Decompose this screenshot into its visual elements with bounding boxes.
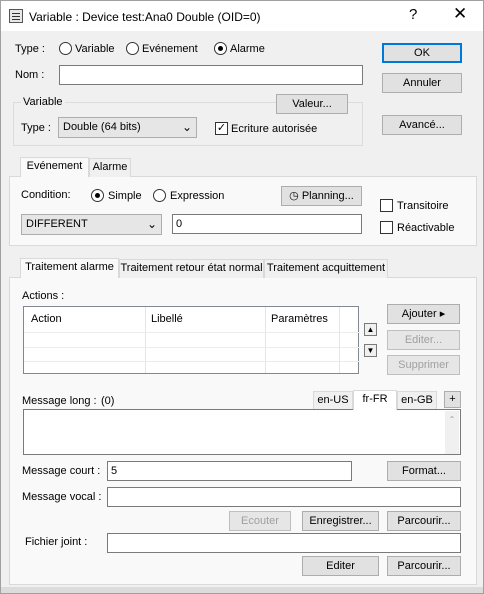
- tab-evenement[interactable]: Evénement: [20, 157, 89, 177]
- bottom-edge: [1, 587, 483, 593]
- reactivable-label: Réactivable: [397, 222, 455, 234]
- add-language-button[interactable]: +: [444, 391, 461, 408]
- variable-type-value: Double (64 bits): [63, 121, 141, 133]
- type-variable-radio[interactable]: [59, 42, 72, 55]
- edit-file-button[interactable]: Editer: [302, 556, 379, 576]
- cancel-button[interactable]: Annuler: [382, 73, 462, 93]
- condition-simple-label: Simple: [108, 190, 142, 202]
- condition-operator-value: DIFFERENT: [26, 218, 88, 230]
- window-title: Variable : Device test:Ana0 Double (OID=…: [29, 10, 261, 24]
- message-court-label: Message court :: [22, 465, 101, 477]
- write-allowed-label: Ecriture autorisée: [231, 123, 318, 135]
- variable-type-select[interactable]: Double (64 bits) ⌄: [58, 117, 197, 138]
- tab-alarme[interactable]: Alarme: [89, 158, 131, 177]
- close-button[interactable]: ✕: [453, 4, 467, 24]
- edit-action-button[interactable]: Editer...: [387, 330, 460, 350]
- variable-dialog: Variable : Device test:Ana0 Double (OID=…: [0, 0, 484, 594]
- ok-button[interactable]: OK: [382, 43, 462, 63]
- actions-label: Actions :: [22, 290, 65, 302]
- column-separator: [339, 307, 340, 373]
- message-vocal-label: Message vocal :: [22, 491, 102, 503]
- write-allowed-checkbox[interactable]: ✓: [215, 122, 228, 135]
- condition-expression-label: Expression: [170, 190, 225, 202]
- title-bar: Variable : Device test:Ana0 Double (OID=…: [1, 1, 483, 31]
- triangle-right-icon: ▸: [436, 308, 446, 320]
- variable-group-title: Variable: [21, 96, 65, 108]
- column-separator: [265, 307, 266, 373]
- message-long-label: Message long :: [22, 395, 97, 407]
- planning-label: Planning...: [301, 190, 354, 202]
- add-action-label: Ajouter: [401, 308, 437, 320]
- table-row: [24, 332, 360, 333]
- lang-tab-fr-fr[interactable]: fr-FR: [353, 390, 397, 410]
- value-button[interactable]: Valeur...: [276, 94, 348, 114]
- browse-file-button[interactable]: Parcourir...: [387, 556, 461, 576]
- type-alarm-radio[interactable]: [214, 42, 227, 55]
- transitoire-label: Transitoire: [397, 200, 449, 212]
- type-variable-label: Variable: [75, 43, 115, 55]
- listen-button[interactable]: Ecouter: [229, 511, 291, 531]
- app-icon: [9, 9, 23, 23]
- record-button[interactable]: Enregistrer...: [302, 511, 379, 531]
- table-row: [24, 347, 360, 348]
- condition-value-input[interactable]: 0: [172, 214, 362, 234]
- fichier-joint-label: Fichier joint :: [25, 536, 88, 548]
- move-down-button[interactable]: ▼: [364, 344, 377, 357]
- tab-traitement-retour[interactable]: Traitement retour état normal: [119, 259, 264, 278]
- column-action[interactable]: Action: [31, 313, 62, 325]
- browse-vocal-button[interactable]: Parcourir...: [387, 511, 461, 531]
- delete-action-button[interactable]: Supprimer: [387, 355, 460, 375]
- chevron-down-icon: ⌄: [181, 120, 192, 134]
- column-libelle[interactable]: Libellé: [151, 313, 183, 325]
- transitoire-checkbox[interactable]: [380, 199, 393, 212]
- condition-simple-radio[interactable]: [91, 189, 104, 202]
- reactivable-checkbox[interactable]: [380, 221, 393, 234]
- column-separator: [145, 307, 146, 373]
- textarea-scrollbar[interactable]: ⌃⌄: [445, 411, 459, 454]
- lang-tab-en-us[interactable]: en-US: [313, 391, 353, 410]
- actions-table[interactable]: Action Libellé Paramètres: [23, 306, 360, 374]
- advanced-button[interactable]: Avancé...: [382, 115, 462, 135]
- column-parametres[interactable]: Paramètres: [271, 313, 328, 325]
- message-long-textarea[interactable]: ⌃⌄: [23, 409, 461, 455]
- condition-expression-radio[interactable]: [153, 189, 166, 202]
- tab-traitement-alarme[interactable]: Traitement alarme: [20, 258, 119, 278]
- condition-label: Condition:: [21, 189, 71, 201]
- table-row: [24, 361, 360, 362]
- message-court-input[interactable]: 5: [107, 461, 352, 481]
- lang-tab-en-gb[interactable]: en-GB: [397, 391, 437, 410]
- move-up-button[interactable]: ▲: [364, 323, 377, 336]
- message-vocal-input[interactable]: [107, 487, 461, 507]
- clock-icon: ◷: [289, 190, 302, 202]
- format-button[interactable]: Format...: [387, 461, 461, 481]
- type-alarm-label: Alarme: [230, 43, 265, 55]
- fichier-joint-input[interactable]: [107, 533, 461, 553]
- tab-traitement-acquittement[interactable]: Traitement acquittement: [264, 259, 388, 278]
- variable-type-label: Type :: [21, 122, 51, 134]
- nom-input[interactable]: [59, 65, 363, 85]
- help-button[interactable]: ?: [409, 6, 417, 23]
- add-action-button[interactable]: Ajouter ▸: [387, 304, 460, 324]
- type-label: Type :: [15, 43, 45, 55]
- nom-label: Nom :: [15, 69, 45, 81]
- planning-button[interactable]: ◷ Planning...: [281, 186, 362, 206]
- condition-operator-select[interactable]: DIFFERENT ⌄: [21, 214, 162, 235]
- message-long-count: (0): [101, 395, 115, 407]
- chevron-down-icon: ⌄: [146, 217, 157, 231]
- type-event-radio[interactable]: [126, 42, 139, 55]
- type-event-label: Evénement: [142, 43, 198, 55]
